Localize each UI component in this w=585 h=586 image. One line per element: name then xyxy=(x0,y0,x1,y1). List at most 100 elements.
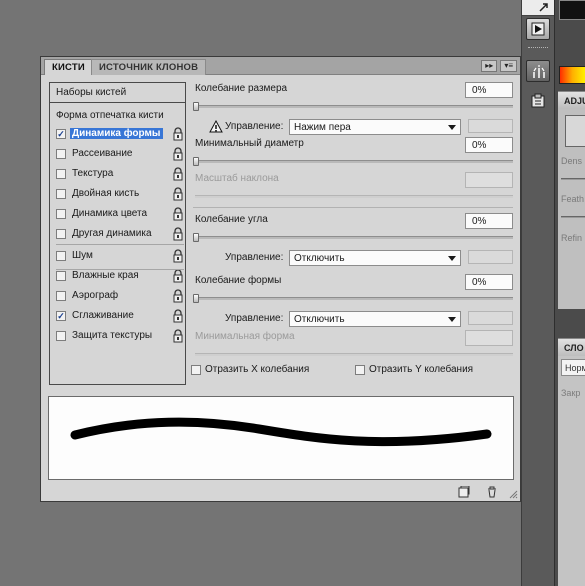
new-preset-icon[interactable] xyxy=(458,486,470,498)
lock-icon[interactable] xyxy=(172,147,184,161)
min-diameter-thumb[interactable] xyxy=(193,157,199,166)
lock-icon[interactable] xyxy=(172,289,184,303)
brush-panel-icon xyxy=(533,65,545,78)
list-item[interactable]: Влажные края xyxy=(56,269,184,285)
lock-icon[interactable] xyxy=(172,249,184,263)
collapse-button[interactable]: ▸▸ xyxy=(481,60,498,72)
roundness-jitter-thumb[interactable] xyxy=(193,294,199,303)
lock-icon[interactable] xyxy=(172,127,184,141)
flip-x-checkbox[interactable] xyxy=(191,365,201,375)
list-item-checkbox[interactable] xyxy=(56,291,66,301)
lock-icon[interactable] xyxy=(172,269,184,283)
play-button[interactable] xyxy=(526,18,550,40)
panel-footer xyxy=(41,482,520,501)
blend-mode-select[interactable]: Норм xyxy=(561,359,585,376)
min-diameter-slider[interactable] xyxy=(195,160,513,163)
lock-icon[interactable] xyxy=(172,227,184,241)
list-item[interactable]: Аэрограф xyxy=(56,289,184,305)
list-item-label: Двойная кисть xyxy=(72,188,140,199)
control-select-2-value: Отключить xyxy=(294,253,345,264)
list-item[interactable]: ✓ Сглаживание xyxy=(56,309,184,325)
roundness-jitter-slider[interactable] xyxy=(195,297,513,300)
control-select-1[interactable]: Нажим пера xyxy=(289,119,461,135)
list-item[interactable]: Двойная кисть xyxy=(56,187,184,203)
min-roundness-slider xyxy=(195,353,513,356)
lock-icon[interactable] xyxy=(172,207,184,221)
color-ramp[interactable] xyxy=(559,66,585,84)
resize-grip-icon[interactable] xyxy=(509,490,518,499)
tab-layers[interactable]: СЛО xyxy=(558,338,585,356)
feather-slider[interactable] xyxy=(561,216,585,218)
section-divider xyxy=(193,207,513,208)
chevron-down-icon xyxy=(448,256,456,261)
color-swatch[interactable] xyxy=(559,0,585,20)
list-item-checkbox[interactable]: ✓ xyxy=(56,311,66,321)
control-1-fade-field xyxy=(468,119,513,133)
list-item-checkbox[interactable] xyxy=(56,271,66,281)
tab-clone-source[interactable]: ИСТОЧНИК КЛОНОВ xyxy=(91,59,207,75)
angle-jitter-input[interactable]: 0% xyxy=(465,213,513,229)
list-divider xyxy=(56,269,184,270)
lock-label: Закр xyxy=(561,388,581,398)
brush-panel-button[interactable] xyxy=(526,60,550,82)
tilt-scale-input xyxy=(465,172,513,188)
roundness-jitter-input[interactable]: 0% xyxy=(465,274,513,290)
list-item-checkbox[interactable] xyxy=(56,251,66,261)
list-item-checkbox[interactable]: ✓ xyxy=(56,129,66,139)
panel-controls: ▸▸ ▾≡ xyxy=(481,60,517,73)
list-item-label: Влажные края xyxy=(72,270,139,281)
clone-source-button[interactable] xyxy=(526,90,550,112)
min-roundness-input xyxy=(465,330,513,346)
list-item[interactable]: ✓ Динамика формы xyxy=(56,127,184,143)
panel-menu-button[interactable]: ▾≡ xyxy=(500,60,517,72)
list-item-checkbox[interactable] xyxy=(56,229,66,239)
arrow-icon[interactable] xyxy=(538,2,552,14)
adjustments-body xyxy=(558,109,585,309)
list-item[interactable]: Защита текстуры xyxy=(56,329,184,345)
tab-adjustments[interactable]: ADJU xyxy=(558,91,585,109)
list-item-checkbox[interactable] xyxy=(56,169,66,179)
list-item-label: Динамика цвета xyxy=(72,208,148,219)
list-divider xyxy=(56,244,184,245)
list-item-checkbox[interactable] xyxy=(56,209,66,219)
clone-source-icon xyxy=(531,93,545,108)
brush-presets-button[interactable]: Наборы кистей xyxy=(50,83,185,103)
size-jitter-thumb[interactable] xyxy=(193,102,199,111)
brushes-panel: КИСТИ ИСТОЧНИК КЛОНОВ ▸▸ ▾≡ Наборы кисте… xyxy=(40,56,521,502)
list-item[interactable]: Рассеивание xyxy=(56,147,184,163)
list-item[interactable]: Другая динамика xyxy=(56,227,184,243)
list-item-checkbox[interactable] xyxy=(56,149,66,159)
list-item[interactable]: Текстура xyxy=(56,167,184,183)
lock-icon[interactable] xyxy=(172,309,184,323)
list-item-label: Рассеивание xyxy=(72,148,133,159)
size-jitter-slider[interactable] xyxy=(195,105,513,108)
dock-icon-strip xyxy=(521,0,555,586)
control-select-3-value: Отключить xyxy=(294,314,345,325)
angle-jitter-slider[interactable] xyxy=(195,236,513,239)
mask-thumbnail[interactable] xyxy=(565,115,585,147)
control-select-3[interactable]: Отключить xyxy=(289,311,461,327)
lock-icon[interactable] xyxy=(172,167,184,181)
dock-grip[interactable] xyxy=(528,47,548,50)
list-item[interactable]: Шум xyxy=(56,249,184,265)
density-label: Dens xyxy=(561,156,583,166)
list-item-checkbox[interactable] xyxy=(56,189,66,199)
lock-icon[interactable] xyxy=(172,329,184,343)
panel-tab-bar: КИСТИ ИСТОЧНИК КЛОНОВ ▸▸ ▾≡ xyxy=(41,57,520,75)
list-item-checkbox[interactable] xyxy=(56,331,66,341)
control-select-2[interactable]: Отключить xyxy=(289,250,461,266)
control-label-3: Управление: xyxy=(225,313,284,324)
angle-jitter-thumb[interactable] xyxy=(193,233,199,242)
flip-y-checkbox[interactable] xyxy=(355,365,365,375)
list-item-label: Другая динамика xyxy=(72,228,152,239)
brush-tip-shape-item[interactable]: Форма отпечатка кисти xyxy=(56,110,164,121)
density-slider[interactable] xyxy=(561,178,585,180)
min-diameter-input[interactable]: 0% xyxy=(465,137,513,153)
trash-icon[interactable] xyxy=(486,486,498,498)
lock-icon[interactable] xyxy=(172,187,184,201)
tilt-scale-slider xyxy=(195,195,513,198)
tab-brushes[interactable]: КИСТИ xyxy=(44,59,93,75)
min-roundness-label: Минимальная форма xyxy=(195,331,295,342)
size-jitter-input[interactable]: 0% xyxy=(465,82,513,98)
list-item[interactable]: Динамика цвета xyxy=(56,207,184,223)
